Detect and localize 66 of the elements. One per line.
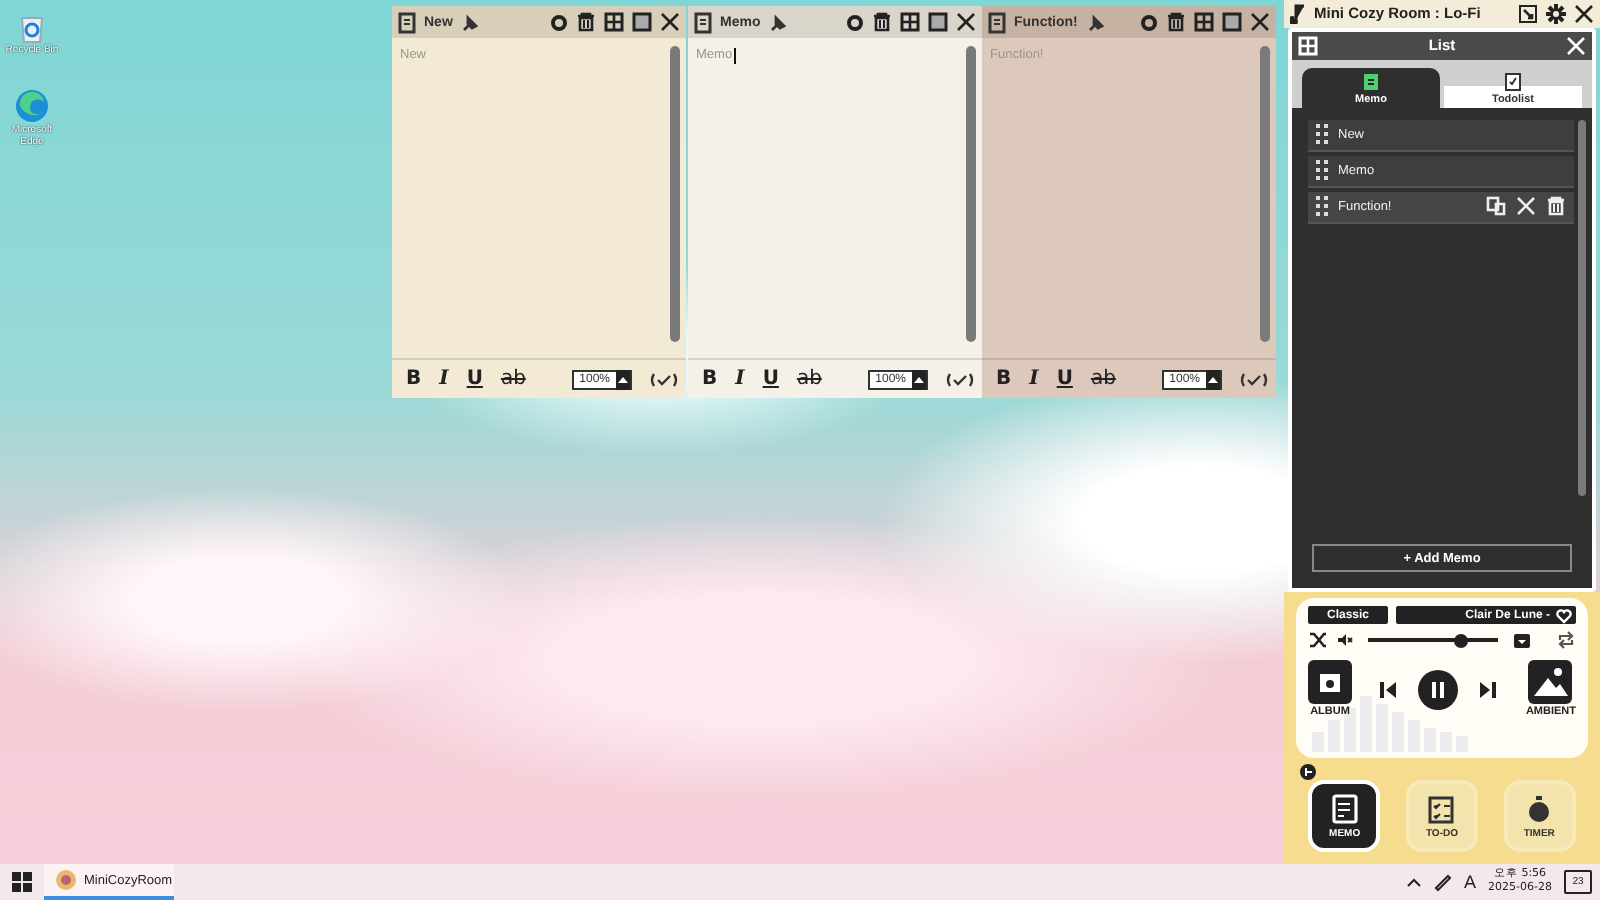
grid-icon[interactable] — [1194, 12, 1214, 32]
heart-icon[interactable] — [1556, 607, 1572, 623]
music-note-icon — [1290, 3, 1306, 24]
memo-icon — [1329, 793, 1360, 823]
scrollbar[interactable] — [1260, 46, 1270, 342]
repeat-icon[interactable] — [1556, 630, 1576, 650]
strikethrough-button[interactable]: ab — [1084, 368, 1122, 390]
checklist-icon — [1504, 71, 1522, 92]
memo-icon — [694, 11, 712, 33]
stopwatch-icon — [1524, 793, 1555, 823]
grid-icon[interactable] — [900, 12, 920, 32]
underline-button[interactable]: U — [1050, 368, 1079, 390]
square-icon[interactable] — [1222, 12, 1242, 32]
previous-icon[interactable] — [1378, 679, 1399, 699]
mountain-icon — [1528, 660, 1573, 704]
recycle-bin-icon[interactable] — [16, 12, 48, 44]
pin-icon[interactable] — [768, 13, 787, 31]
input-method-indicator[interactable]: A — [1464, 872, 1477, 892]
bold-button[interactable]: B — [696, 368, 724, 390]
close-icon[interactable] — [1250, 12, 1270, 32]
check-icon[interactable] — [1238, 369, 1268, 389]
pause-icon[interactable] — [1418, 669, 1459, 709]
close-icon[interactable] — [956, 12, 976, 32]
square-icon[interactable] — [632, 12, 652, 32]
close-icon[interactable] — [1574, 3, 1594, 24]
italic-button[interactable]: I — [433, 368, 455, 390]
trash-icon[interactable] — [1166, 12, 1186, 32]
memo-icon — [988, 11, 1006, 33]
duplicate-icon[interactable] — [1486, 196, 1506, 217]
square-icon[interactable] — [928, 12, 948, 32]
album-icon — [1308, 660, 1352, 704]
underline-button[interactable]: U — [460, 368, 489, 390]
drag-handle-icon[interactable] — [1316, 124, 1328, 145]
italic-button[interactable]: I — [1023, 368, 1045, 390]
bold-button[interactable]: B — [990, 368, 1018, 390]
check-icon[interactable] — [648, 369, 678, 389]
drag-handle-icon[interactable] — [1316, 160, 1328, 181]
italic-button[interactable]: I — [729, 368, 751, 390]
grid-icon[interactable] — [604, 12, 624, 32]
bold-button[interactable]: B — [400, 368, 428, 390]
mute-icon[interactable] — [1336, 630, 1354, 650]
next-icon[interactable] — [1478, 679, 1499, 699]
underline-button[interactable]: U — [756, 368, 785, 390]
checklist-icon — [1426, 793, 1457, 823]
shuffle-icon[interactable] — [1308, 630, 1328, 650]
drag-handle-icon[interactable] — [1316, 196, 1328, 217]
slider-thumb[interactable] — [1454, 633, 1469, 647]
chevron-up-icon[interactable] — [1406, 874, 1423, 890]
trash-icon[interactable] — [576, 12, 596, 32]
pin-icon[interactable] — [1085, 13, 1104, 31]
scrollbar[interactable] — [966, 46, 976, 342]
check-icon[interactable] — [944, 369, 974, 389]
memo-icon — [398, 11, 416, 33]
scrollbar[interactable] — [670, 46, 680, 342]
pen-icon[interactable] — [1434, 872, 1453, 892]
close-icon[interactable] — [660, 12, 680, 32]
dropdown-icon[interactable] — [1512, 631, 1532, 649]
app-icon — [56, 870, 76, 890]
pin-icon[interactable] — [460, 13, 479, 31]
scrollbar[interactable] — [1578, 119, 1586, 496]
strikethrough-button[interactable]: ab — [494, 368, 532, 390]
trash-icon[interactable] — [872, 12, 892, 32]
minimize-icon[interactable] — [1518, 3, 1538, 24]
memo-icon — [1362, 71, 1380, 92]
start-icon[interactable] — [12, 872, 32, 892]
strikethrough-button[interactable]: ab — [790, 368, 828, 390]
